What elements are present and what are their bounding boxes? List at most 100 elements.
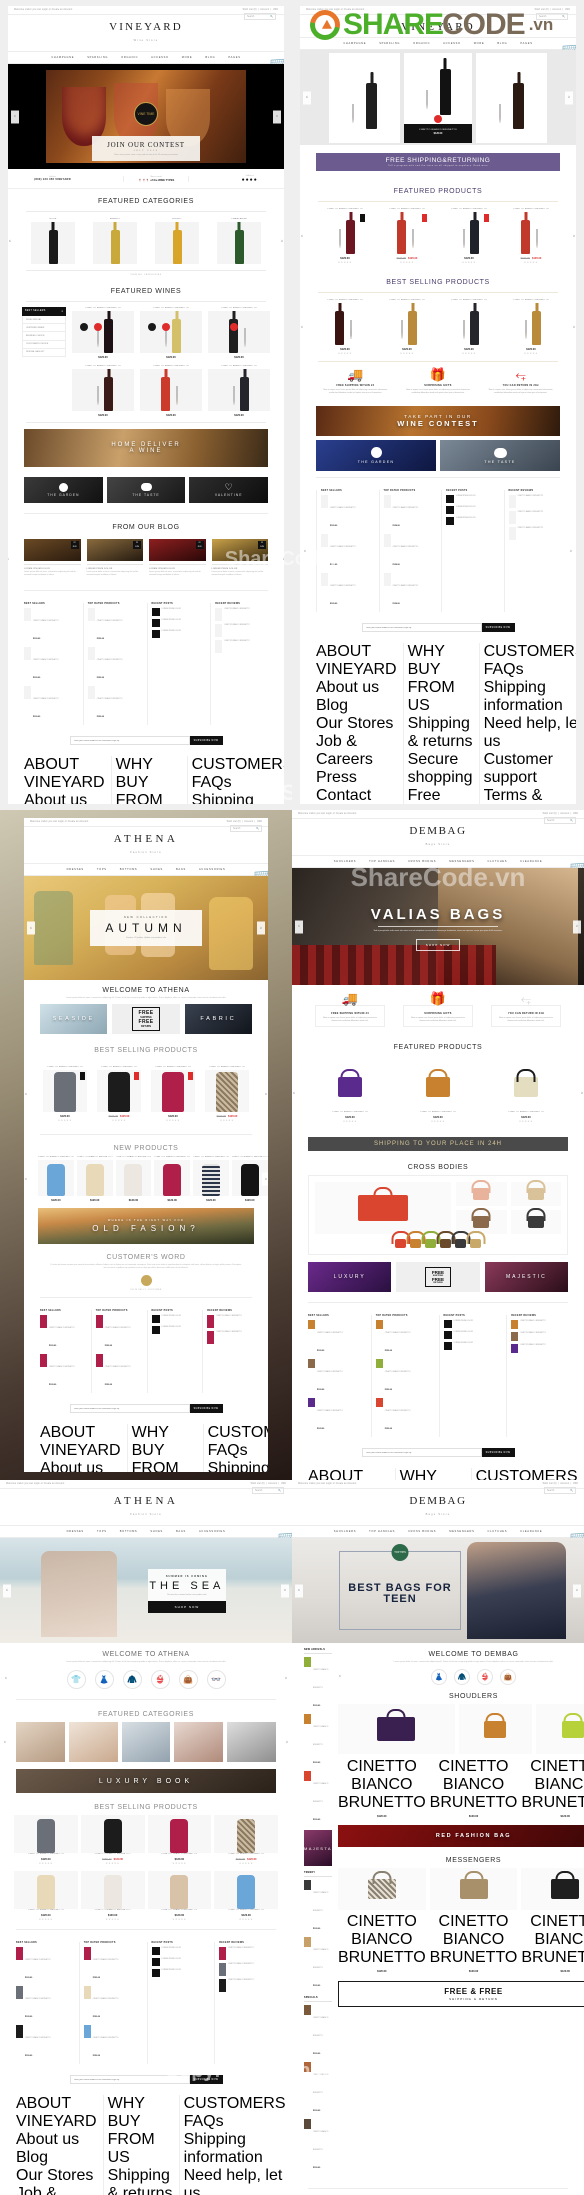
cart-icon[interactable]: 🛒	[277, 1529, 292, 1548]
newsletter-form[interactable]: SUBSCRIBE NOW	[300, 618, 576, 637]
free-shipping-banner[interactable]: FREE & FREE SHIPPING & RETURN	[337, 1981, 584, 2007]
blog-prev[interactable]: ‹	[8, 553, 12, 567]
cart-icon[interactable]: 🛒	[253, 867, 268, 886]
nav-item[interactable]: MORE	[182, 56, 193, 59]
best-selling-carousel[interactable]: ‹ › CINETTO BIANCO BRUNETTO $120.00 ★★★★…	[300, 293, 576, 361]
category-tile[interactable]	[121, 1722, 171, 1762]
mini-product[interactable]: CINETTO BIANCO BRUNETTO $120.00	[95, 1354, 141, 1390]
search-icon[interactable]: 🔍	[278, 1489, 281, 1492]
mini-post[interactable]: LOREM IPSUM DOLOR	[151, 608, 205, 617]
nav-item[interactable]: CLEARANCE	[520, 860, 542, 863]
category-icon-glasses[interactable]: 👓	[206, 1670, 226, 1689]
featured-bag[interactable]	[337, 1704, 455, 1754]
mini-post[interactable]: LOREM IPSUM DOLOR	[151, 1958, 209, 1966]
hero-next-arrow[interactable]: ›	[573, 920, 581, 933]
nav-item[interactable]: CROSS BODIES	[408, 860, 436, 863]
subscribe-button[interactable]: SUBSCRIBE NOW	[189, 1404, 223, 1413]
footer-link[interactable]: Secure shopping	[408, 751, 473, 787]
mini-post[interactable]: LOREM IPSUM DOLOR	[151, 630, 205, 639]
category-card[interactable]: CHAMPAGNE	[217, 218, 261, 264]
cart-icon[interactable]: 🛒	[561, 41, 576, 60]
nav-item[interactable]: SHOULDERS	[334, 860, 356, 863]
hero-next-arrow[interactable]: ›	[565, 91, 573, 104]
product-card[interactable]: CINETTO BIANCO BRUNETTO $120.00 ★★★★★	[385, 299, 429, 355]
promo-tile[interactable]: THE TASTE	[440, 440, 560, 472]
nav-item[interactable]: TOP HANDLES	[369, 860, 395, 863]
site-logo[interactable]: ATHENA Fashion Store	[24, 827, 268, 863]
footer-link[interactable]: About us	[24, 792, 105, 804]
mini-product[interactable]: CINETTO BIANCO BRUNETTO $120.00	[321, 573, 373, 609]
best-selling-row[interactable]: CINETTO BIANCO BRUNETTO $120.00 ★★★★★ CINE…	[0, 1815, 292, 1865]
mini-product[interactable]: CINETTO BIANCO BRUNETTO $120.00	[375, 1359, 433, 1395]
category-icon-dress[interactable]: 👙	[150, 1670, 170, 1689]
mini-product[interactable]: CINETTO BIANCO BRUNETTO $120.00	[308, 1398, 365, 1434]
category-icon-tshirt[interactable]: 👕	[66, 1670, 86, 1689]
product-card[interactable]: CINETTO BIANCO BRUNETTO $150.00 $120.00 ★★★…	[214, 1815, 278, 1865]
mini-review[interactable]: CINETTO BIANCO BRUNETTO	[508, 527, 561, 541]
nav-item[interactable]: BOTTOMS	[120, 1530, 138, 1533]
main-nav[interactable]: SHOULDERS TOP HANDLES CROSS BODIES MESSE…	[292, 855, 584, 878]
product-card[interactable]: CINETTO BIANCO BRUNETTO $120.00 ★★★★★	[151, 1066, 195, 1122]
footer-link[interactable]: Shipping & returns	[408, 715, 473, 751]
mini-post[interactable]: LOREM IPSUM DOLOR	[443, 1320, 501, 1329]
search-input[interactable]: Search 🔍	[544, 1487, 576, 1494]
carousel-next[interactable]: ›	[262, 1172, 268, 1186]
mini-product[interactable]: CINETTO BIANCO BRUNETTO $120.00	[24, 647, 77, 683]
bag-thumb[interactable]	[456, 1182, 507, 1207]
promo-trio[interactable]: THE GARDEN THE TASTE ♡ VALENTINE	[8, 473, 284, 507]
nav-item[interactable]: SPARKLING	[87, 56, 108, 59]
mini-product[interactable]: CINETTO BIANCO BRUNETTO $120.00	[304, 1880, 332, 1934]
carousel-next[interactable]: ›	[570, 229, 576, 243]
footer-link[interactable]: FAQs	[484, 661, 576, 679]
promo-tiles[interactable]: LUXURY FREE SHIPPING FREE RETURN MAJESTI…	[292, 1255, 584, 1296]
main-nav[interactable]: DRESSES TOPS BOTTOMS SHOES BAGS ACCESSOR…	[0, 1525, 292, 1548]
nav-item[interactable]: TOPS	[97, 1530, 107, 1533]
mini-product[interactable]: CINETTO BIANCO BRUNETTO $120.00	[304, 2062, 332, 2116]
promo-tile[interactable]: FREE SHIPPING FREE RETURN	[396, 1262, 480, 1293]
blog-card[interactable]: 22 JUN LOREM IPSUM DOLOR Lorem ipsum dolo…	[24, 539, 81, 576]
mini-product[interactable]: CINETTO BIANCO BRUNETTO $120.00	[95, 1315, 141, 1351]
product-card[interactable]: CINETTO BIANCO BRUNETTO $120.00 ★★★★★	[147, 1871, 212, 1921]
hero-slider[interactable]: NEW COLLECTION AUTUMN Duration: 20 octob…	[24, 876, 268, 980]
product-card[interactable]: CINETTO BIANCO BRUNETTO $120.00 ★★★★★	[323, 1063, 377, 1123]
mini-review[interactable]: CINETTO BIANCO BRUNETTO	[511, 1344, 568, 1354]
footer-link[interactable]: FAQs	[184, 2113, 286, 2131]
product-card[interactable]: CINETTO BIANCO BRUNETTO $120.00	[140, 307, 202, 359]
top-links[interactable]: Wish List (0) | Account | USD	[543, 1483, 578, 1485]
footer-link[interactable]: Shipping information	[208, 1460, 268, 1472]
mini-post[interactable]: LOREM IPSUM DOLOR	[151, 1315, 197, 1323]
quickview-icon[interactable]	[148, 323, 156, 331]
top-links[interactable]: Wish List (0) | Account | USD	[227, 821, 262, 823]
nav-item[interactable]: ORGANIC	[413, 42, 430, 45]
carousel-prev[interactable]: ‹	[1, 1735, 9, 1749]
nav-item[interactable]: MESSENGERS	[449, 1530, 474, 1533]
mini-product[interactable]: CINETTO BIANCO BRUNETTO $120.00	[375, 1398, 433, 1434]
mini-product[interactable]: CINETTO BIANCO BRUNETTO $120.00	[321, 534, 373, 570]
footer-link[interactable]: Our Stores	[16, 2167, 97, 2185]
hero-prev-arrow[interactable]: ‹	[295, 920, 303, 933]
promo-tile[interactable]: ♡ VALENTINE	[189, 477, 269, 503]
mini-post[interactable]: LOREM IPSUM DOLOR	[151, 619, 205, 628]
hero-slider[interactable]: VINE TIME JOIN OUR CONTEST JULY 2015 Tak…	[8, 64, 284, 169]
subscribe-button[interactable]: SUBSCRIBE NOW	[189, 2075, 223, 2084]
search-icon[interactable]: 🔍	[570, 819, 573, 822]
search-input[interactable]: Search 🔍	[252, 1487, 284, 1494]
product-card[interactable]: CINETTO BIANCO BRUNETTO $120.00	[140, 365, 202, 417]
cart-add-icon[interactable]	[94, 323, 102, 331]
mini-post[interactable]: LOREM IPSUM DOLOR	[446, 495, 498, 504]
mini-review[interactable]: CINETTO BIANCO BRUNETTO	[207, 1331, 252, 1344]
hero-slider[interactable]: TOP TIPS BEST BAGS FOR TEEN ‹ ›	[292, 1538, 584, 1643]
carousel-prev[interactable]: ‹	[292, 1086, 298, 1100]
luxury-book-banner[interactable]: LUXURY BOOK	[16, 1769, 276, 1793]
site-logo[interactable]: DEMBAG Bags Store	[292, 819, 584, 855]
search-icon[interactable]: 🔍	[270, 15, 273, 18]
mini-product[interactable]: CINETTO BIANCO BRUNETTO $120.00	[304, 1771, 332, 1825]
hero-prev-arrow[interactable]: ‹	[3, 1584, 11, 1597]
nav-item[interactable]: SHOULDERS	[334, 1530, 356, 1533]
carousel-next[interactable]: ›	[283, 1735, 291, 1749]
nav-item[interactable]: DRESSES	[67, 868, 84, 871]
footer-link[interactable]: Shipping information	[184, 2131, 286, 2167]
cart-add-icon[interactable]	[434, 114, 442, 123]
product-card[interactable]: CINETTO BIANCO BRUNETTO $150.00 $120.00 ★★★…	[80, 1815, 145, 1865]
nav-item[interactable]: MORE	[474, 42, 485, 45]
